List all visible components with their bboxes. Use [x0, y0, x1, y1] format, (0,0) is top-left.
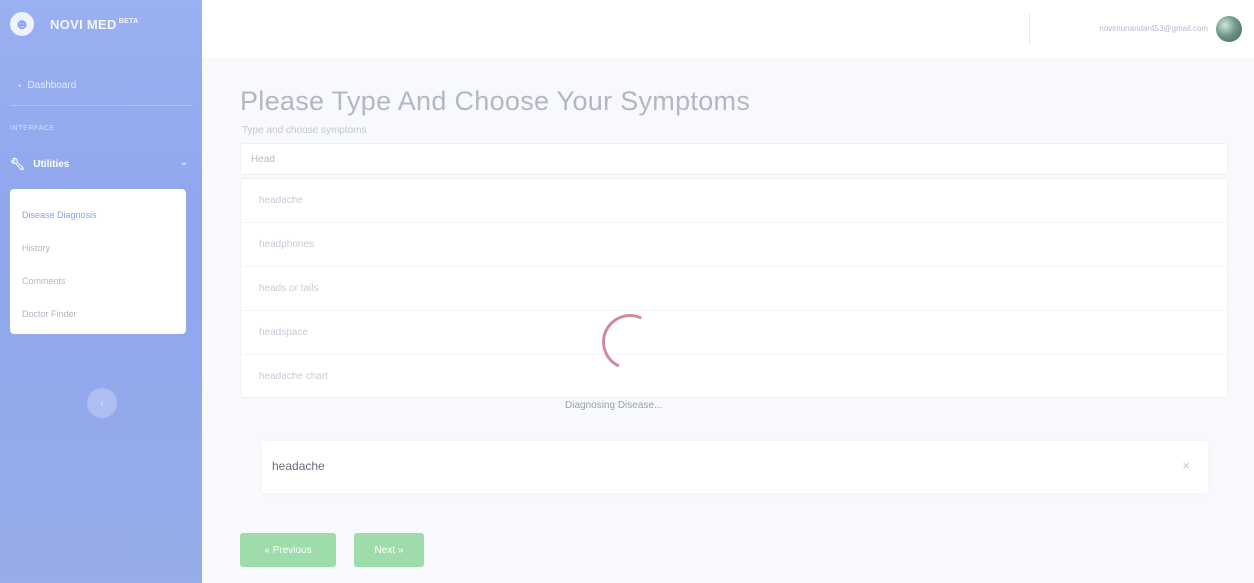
sidebar-heading: INTERFACE — [10, 125, 55, 132]
submenu-item-history[interactable]: History — [10, 232, 186, 265]
brand-name: NOVI MED BETA — [50, 17, 138, 32]
brand[interactable]: ☻ NOVI MED BETA — [0, 0, 202, 48]
suggestion-item[interactable]: headache — [241, 179, 1227, 223]
close-icon[interactable]: × — [1182, 458, 1190, 473]
beta-badge: BETA — [118, 18, 139, 26]
page-title: Please Type And Choose Your Symptoms — [240, 86, 751, 116]
wrench-icon: 🔧︎ — [10, 157, 26, 171]
dashboard-icon: ◔ — [16, 80, 22, 91]
main-content: Please Type And Choose Your Symptoms Typ… — [240, 58, 1228, 583]
user-email[interactable]: novimunandar453@gmail.com — [1099, 24, 1208, 33]
suggestion-item[interactable]: headspace — [241, 311, 1227, 355]
avatar[interactable] — [1216, 16, 1242, 42]
symptom-input-label: Type and choose symptoms — [242, 125, 367, 136]
submenu-item-doctor-finder[interactable]: Doctor Finder — [10, 298, 186, 331]
sidebar: ☻ NOVI MED BETA ◔ Dashboard INTERFACE 🔧︎ … — [0, 0, 202, 583]
sidebar-divider — [10, 105, 192, 106]
sidebar-item-label: Utilities — [33, 158, 70, 170]
next-button[interactable]: Next » — [354, 533, 424, 567]
loading-text: Diagnosing Disease... — [565, 400, 663, 411]
utilities-submenu: Disease Diagnosis History Comments Docto… — [10, 189, 186, 334]
sidebar-item-utilities[interactable]: 🔧︎ Utilities ⌄ — [10, 157, 188, 171]
suggestions-dropdown: headache headphones heads or tails heads… — [240, 178, 1228, 398]
submenu-item-comments[interactable]: Comments — [10, 265, 186, 298]
symptom-search-input[interactable] — [240, 143, 1228, 175]
suggestion-item[interactable]: headphones — [241, 223, 1227, 267]
topbar: novimunandar453@gmail.com — [202, 0, 1254, 58]
submenu-item-disease-diagnosis[interactable]: Disease Diagnosis — [10, 199, 186, 232]
selected-symptom-label: headache — [272, 459, 325, 473]
topbar-divider — [1029, 14, 1030, 44]
selected-symptom: headache × — [262, 441, 1208, 493]
sidebar-item-dashboard[interactable]: ◔ Dashboard — [16, 80, 76, 91]
suggestion-item[interactable]: heads or tails — [241, 267, 1227, 311]
chevron-left-icon: ‹ — [100, 397, 104, 409]
brand-name-text: NOVI MED — [50, 16, 117, 32]
previous-button[interactable]: « Previous — [240, 533, 336, 567]
sidebar-item-label: Dashboard — [27, 80, 77, 91]
suggestion-item[interactable]: headache chart — [241, 355, 1227, 399]
sidebar-toggle-button[interactable]: ‹ — [87, 388, 117, 418]
chevron-down-icon: ⌄ — [179, 157, 188, 168]
smiley-logo-icon: ☻ — [10, 12, 34, 36]
